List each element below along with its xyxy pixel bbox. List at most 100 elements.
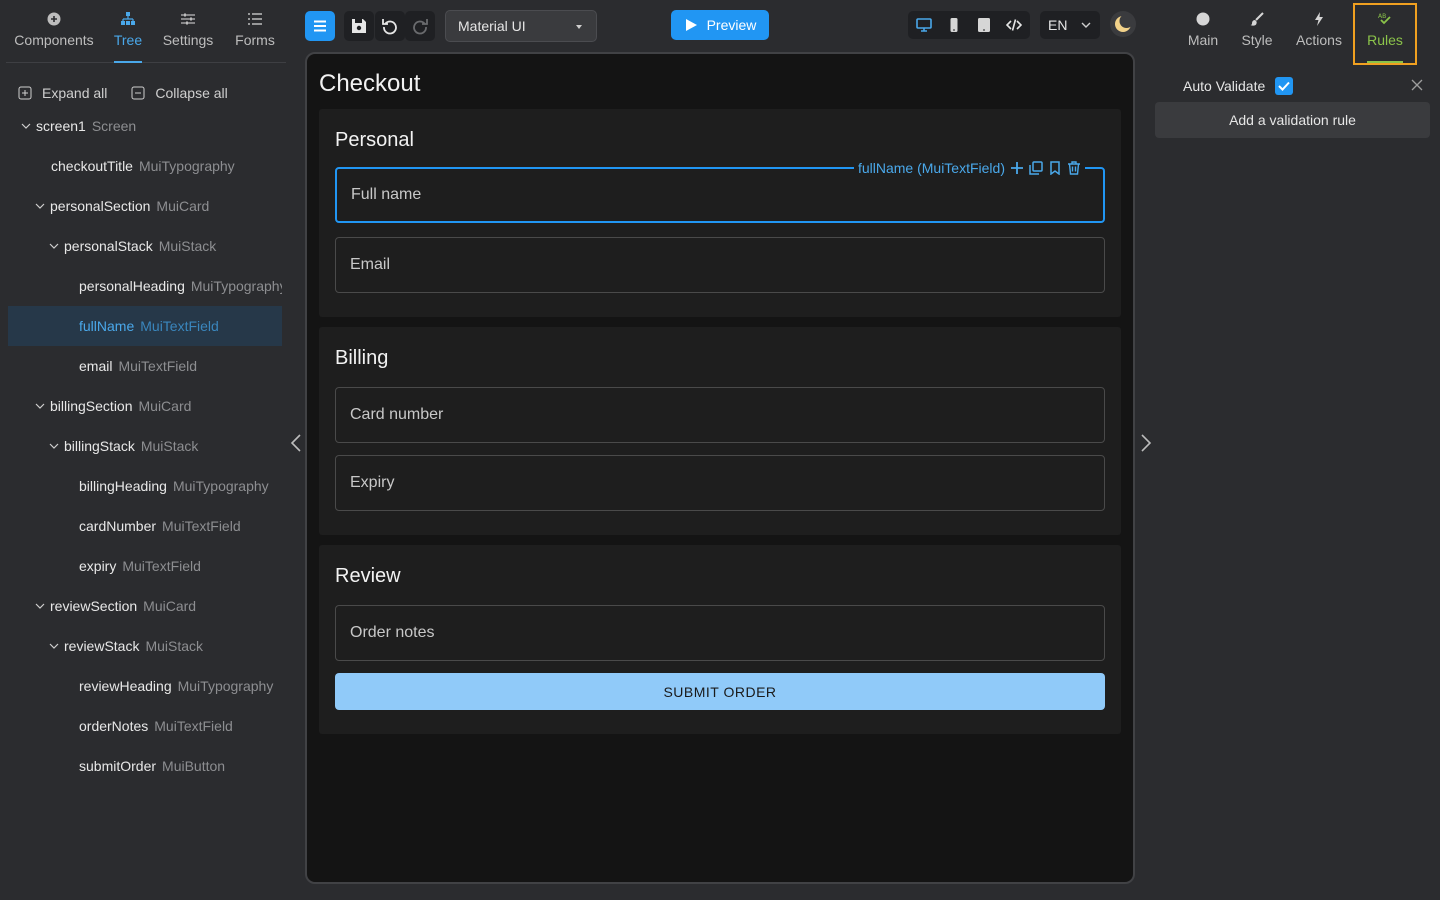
tree-item-name: reviewHeading [79, 678, 172, 694]
email-field[interactable]: Email [335, 237, 1105, 293]
theme-toggle[interactable] [1110, 11, 1136, 37]
preview-button[interactable]: Preview [671, 10, 769, 40]
tab-components[interactable]: Components [14, 8, 94, 63]
brush-icon [1250, 12, 1264, 26]
tree-item-card-number[interactable]: cardNumber MuiTextField [8, 506, 282, 546]
order-notes-label: Order notes [350, 624, 435, 641]
tree-item-personal-heading[interactable]: personalHeading MuiTypography [8, 266, 282, 306]
desktop-icon [916, 18, 932, 32]
checkout-title[interactable]: Checkout [319, 70, 420, 98]
redo-button[interactable] [405, 11, 435, 41]
card-number-field[interactable]: Card number [335, 387, 1105, 443]
framework-select[interactable]: Material UI [445, 10, 597, 42]
minus-square-icon [131, 86, 145, 100]
undo-button[interactable] [375, 11, 405, 41]
tablet-view-button[interactable] [969, 11, 999, 39]
redo-icon [413, 19, 428, 35]
tab-tree[interactable]: Tree [114, 8, 142, 63]
tree-item-type: Screen [91, 118, 137, 134]
language-select-value: EN [1048, 17, 1068, 33]
moon-icon [1115, 14, 1133, 32]
personal-heading[interactable]: Personal [335, 129, 414, 152]
tree-item-name: reviewStack [64, 638, 140, 654]
chevron-down-icon [49, 243, 59, 249]
tab-label: Components [14, 32, 94, 48]
tree-item-personal-stack[interactable]: personalStack MuiStack [8, 226, 282, 266]
tree-item-full-name[interactable]: fullName MuiTextField [8, 306, 282, 346]
tablet-icon [978, 18, 990, 32]
tab-label: Settings [162, 32, 214, 48]
review-section-card[interactable]: Review Order notes SUBMIT ORDER [319, 545, 1121, 734]
design-canvas[interactable]: Checkout Personal Full name fullName (Mu… [305, 52, 1135, 884]
tab-actions[interactable]: Actions [1294, 8, 1344, 63]
tree-item-submit-order[interactable]: submitOrder MuiButton [8, 746, 282, 786]
tab-label: Main [1187, 32, 1219, 48]
trash-icon[interactable] [1067, 161, 1081, 175]
tree-item-type: MuiStack [140, 438, 199, 454]
collapse-all-button[interactable]: Collapse all [131, 85, 228, 101]
tree-item-name: reviewSection [50, 598, 138, 614]
expiry-field[interactable]: Expiry [335, 455, 1105, 511]
auto-validate-checkbox[interactable] [1275, 77, 1293, 95]
full-name-label: Full name [351, 186, 422, 203]
tab-label: Tree [113, 32, 143, 48]
menu-button[interactable] [305, 11, 335, 41]
tree-item-type: MuiCard [143, 598, 197, 614]
tree-item-review-section[interactable]: reviewSection MuiCard [8, 586, 282, 626]
tree-item-checkout-title[interactable]: checkoutTitle MuiTypography [8, 146, 282, 186]
duplicate-icon[interactable] [1029, 161, 1043, 175]
chevron-down-icon [35, 403, 45, 409]
tree-item-name: email [79, 358, 113, 374]
selection-toolbar: fullName (MuiTextField) [853, 159, 1085, 177]
tree-item-name: checkoutTitle [51, 158, 133, 174]
collapse-left-panel-icon[interactable] [288, 433, 304, 453]
tree-item-email[interactable]: email MuiTextField [8, 346, 282, 386]
submit-order-button[interactable]: SUBMIT ORDER [335, 673, 1105, 710]
tree-icon [121, 12, 135, 25]
desktop-view-button[interactable] [909, 11, 939, 39]
undo-icon [382, 19, 397, 35]
tree-item-billing-section[interactable]: billingSection MuiCard [8, 386, 282, 426]
billing-heading[interactable]: Billing [335, 347, 388, 370]
order-notes-field[interactable]: Order notes [335, 605, 1105, 661]
tree-item-billing-heading[interactable]: billingHeading MuiTypography [8, 466, 282, 506]
tree-item-review-heading[interactable]: reviewHeading MuiTypography [8, 666, 282, 706]
tree-item-billing-stack[interactable]: billingStack MuiStack [8, 426, 282, 466]
tab-style[interactable]: Style [1240, 8, 1274, 63]
language-select[interactable]: EN [1040, 11, 1100, 39]
mobile-icon [950, 18, 958, 32]
tree-item-type: MuiStack [158, 238, 217, 254]
billing-section-card[interactable]: Billing Card number Expiry [319, 327, 1121, 535]
tree-item-expiry[interactable]: expiry MuiTextField [8, 546, 282, 586]
personal-section-card[interactable]: Personal Full name fullName (MuiTextFiel… [319, 109, 1121, 317]
left-panel: Components Tree Settings Forms Expand al… [0, 0, 290, 900]
mobile-view-button[interactable] [939, 11, 969, 39]
close-icon[interactable] [1410, 78, 1424, 92]
tree-item-order-notes[interactable]: orderNotes MuiTextField [8, 706, 282, 746]
save-button[interactable] [344, 11, 374, 41]
add-validation-rule-button[interactable]: Add a validation rule [1155, 102, 1430, 138]
chevron-down-icon [1081, 22, 1091, 28]
tree-item-name: expiry [79, 558, 117, 574]
review-heading[interactable]: Review [335, 565, 401, 588]
tree-item-personal-section[interactable]: personalSection MuiCard [8, 186, 282, 226]
chevron-down-icon [49, 443, 59, 449]
tree-item-type: MuiTextField [162, 518, 241, 534]
tree-item-type: MuiButton [162, 758, 226, 774]
tab-main[interactable]: Main [1184, 8, 1222, 63]
code-view-button[interactable] [999, 11, 1029, 39]
tree-item-name: screen1 [36, 118, 86, 134]
collapse-right-panel-icon[interactable] [1138, 433, 1154, 453]
bookmark-icon[interactable] [1048, 161, 1062, 175]
tree-actions: Expand all Collapse all [18, 82, 283, 104]
tab-settings[interactable]: Settings [162, 8, 214, 63]
tree-item-screen1[interactable]: screen1 Screen [8, 106, 282, 146]
expand-all-button[interactable]: Expand all [18, 85, 107, 101]
tree-item-type: MuiTextField [154, 718, 233, 734]
rules-tab-underline [1367, 61, 1403, 63]
add-icon[interactable] [1010, 161, 1024, 175]
full-name-field[interactable]: Full name fullName (MuiTextField) [335, 159, 1105, 223]
tree-item-name: billingSection [50, 398, 133, 414]
tree-item-review-stack[interactable]: reviewStack MuiStack [8, 626, 282, 666]
tab-forms[interactable]: Forms [234, 8, 276, 63]
